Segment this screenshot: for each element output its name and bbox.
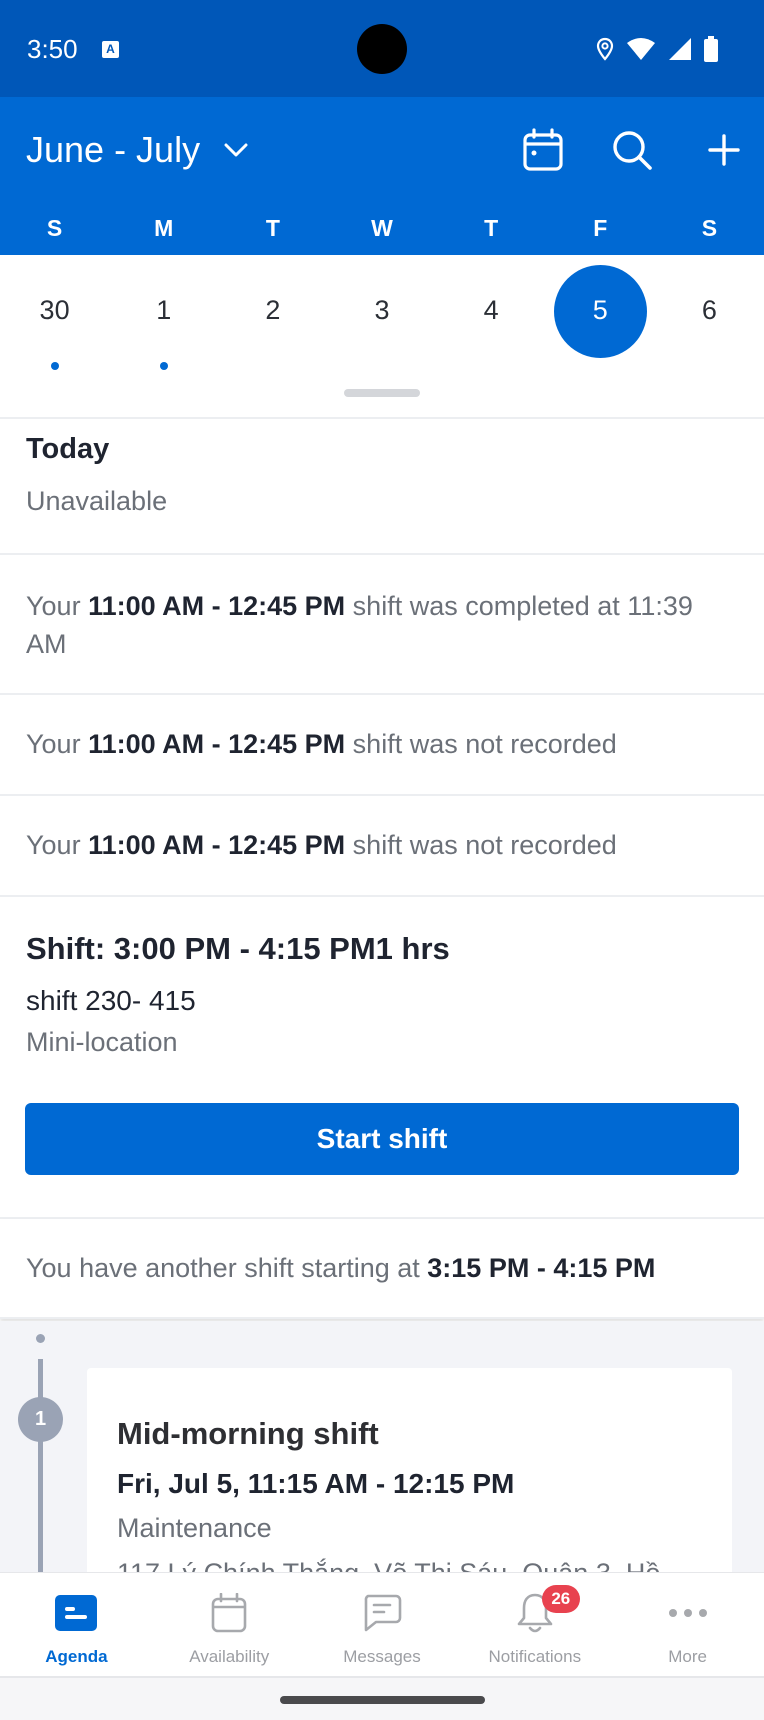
tab-label: Availability bbox=[189, 1647, 270, 1666]
agenda-shift-title: Mid-morning shift bbox=[117, 1416, 379, 1451]
bottom-tab-bar: Agenda Availability Messages 26 Notifica… bbox=[0, 1572, 764, 1678]
drag-handle[interactable] bbox=[344, 389, 420, 397]
timeline-index: 1 bbox=[18, 1397, 63, 1442]
date-cell[interactable]: 4 bbox=[437, 255, 546, 365]
status-icons bbox=[596, 36, 718, 62]
timeline-line bbox=[38, 1359, 43, 1579]
date-number: 2 bbox=[265, 294, 281, 325]
date-number: 6 bbox=[701, 294, 717, 325]
date-cell[interactable]: 1 bbox=[109, 255, 218, 370]
weekday-label: S bbox=[46, 215, 63, 241]
system-nav-area bbox=[0, 1678, 764, 1720]
shift-message-text: Your 11:00 AM - 12:45 PM shift was not r… bbox=[26, 830, 617, 860]
timeline-dot bbox=[36, 1334, 45, 1343]
shift-message-text: Your 11:00 AM - 12:45 PM shift was not r… bbox=[26, 729, 617, 759]
signal-icon bbox=[669, 38, 691, 60]
agenda-list: 1 Mid-morning shift Fri, Jul 5, 11:15 AM… bbox=[0, 1321, 764, 1588]
app-header: June - July S M T W T F S bbox=[0, 97, 764, 255]
screen: 3:50 A June - July S M T W T F S 30 1 2 … bbox=[0, 0, 764, 1720]
tab-agenda[interactable]: Agenda bbox=[0, 1573, 153, 1676]
wifi-icon bbox=[627, 38, 655, 60]
battery-icon bbox=[704, 36, 718, 62]
agenda-shift-time: Fri, Jul 5, 11:15 AM - 12:15 PM bbox=[117, 1468, 515, 1499]
tab-more[interactable]: More bbox=[611, 1573, 764, 1676]
search-icon bbox=[613, 131, 652, 170]
location-icon bbox=[596, 37, 614, 61]
week-date-strip: 30 1 2 3 4 5 6 bbox=[0, 255, 764, 419]
camera-cutout bbox=[357, 24, 407, 74]
today-heading: Today bbox=[26, 433, 110, 465]
notification-badge: 26 bbox=[541, 1585, 580, 1613]
shift-message-text: Your 11:00 AM - 12:45 PM shift was compl… bbox=[26, 591, 693, 659]
status-bar: 3:50 A bbox=[0, 0, 764, 97]
date-number: 5 bbox=[592, 294, 608, 325]
shift-location: Mini-location bbox=[26, 1027, 178, 1057]
search-button[interactable] bbox=[607, 125, 657, 175]
add-icon bbox=[708, 134, 740, 166]
current-shift-card: Shift: 3:00 PM - 4:15 PM1 hrs shift 230-… bbox=[0, 897, 764, 1219]
more-icon bbox=[668, 1609, 707, 1617]
today-section: Today Unavailable bbox=[0, 419, 764, 555]
tab-label: Messages bbox=[343, 1647, 421, 1666]
date-cell[interactable]: 3 bbox=[327, 255, 436, 365]
availability-status: Unavailable bbox=[26, 486, 168, 516]
weekday-label: F bbox=[593, 215, 608, 241]
add-button[interactable] bbox=[699, 125, 749, 175]
agenda-shift-card[interactable]: Mid-morning shift Fri, Jul 5, 11:15 AM -… bbox=[87, 1368, 732, 1588]
home-indicator[interactable] bbox=[280, 1696, 485, 1704]
shift-message[interactable]: Your 11:00 AM - 12:45 PM shift was not r… bbox=[0, 796, 764, 897]
tab-notifications[interactable]: 26 Notifications bbox=[458, 1573, 611, 1676]
tab-label: Notifications bbox=[488, 1647, 582, 1666]
date-number: 1 bbox=[156, 294, 172, 325]
shift-title: Shift: 3:00 PM - 4:15 PM1 hrs bbox=[26, 931, 450, 966]
date-row: 30 1 2 3 4 5 6 bbox=[0, 255, 764, 370]
month-range-title: June - July bbox=[26, 129, 201, 170]
tab-label: Agenda bbox=[45, 1647, 108, 1666]
date-cell[interactable]: 2 bbox=[218, 255, 327, 365]
date-cell[interactable]: 5 bbox=[546, 255, 655, 365]
weekday-label: T bbox=[265, 215, 280, 241]
weekday-label: S bbox=[701, 215, 718, 241]
date-number: 3 bbox=[374, 294, 390, 325]
weekday-label: M bbox=[154, 215, 174, 241]
event-indicator-dot bbox=[50, 362, 59, 370]
tab-availability[interactable]: Availability bbox=[153, 1573, 306, 1676]
weekday-label: T bbox=[484, 215, 499, 241]
another-shift-text: You have another shift starting at 3:15 … bbox=[26, 1253, 656, 1283]
agenda-shift-category: Maintenance bbox=[117, 1513, 272, 1543]
calendar-icon bbox=[523, 128, 563, 171]
month-range-selector[interactable]: June - July bbox=[26, 129, 248, 171]
date-number: 4 bbox=[483, 294, 499, 325]
calendar-icon bbox=[211, 1593, 247, 1633]
shift-message[interactable]: Your 11:00 AM - 12:45 PM shift was compl… bbox=[0, 555, 764, 695]
weekday-row: S M T W T F S bbox=[0, 215, 764, 242]
another-shift-notice: You have another shift starting at 3:15 … bbox=[0, 1219, 764, 1319]
weekday-label: W bbox=[371, 215, 393, 241]
a-icon: A bbox=[102, 41, 119, 58]
start-shift-button[interactable]: Start shift bbox=[25, 1103, 739, 1175]
chevron-down-icon bbox=[224, 143, 248, 157]
shift-message[interactable]: Your 11:00 AM - 12:45 PM shift was not r… bbox=[0, 695, 764, 796]
tab-messages[interactable]: Messages bbox=[306, 1573, 459, 1676]
shift-name: shift 230- 415 bbox=[26, 985, 196, 1016]
message-icon bbox=[364, 1594, 402, 1632]
date-cell[interactable]: 30 bbox=[0, 255, 109, 370]
tab-label: More bbox=[668, 1647, 707, 1666]
agenda-icon bbox=[55, 1595, 98, 1631]
date-number: 30 bbox=[39, 294, 70, 325]
event-indicator-dot bbox=[159, 362, 168, 370]
calendar-button[interactable] bbox=[518, 125, 568, 175]
status-time: 3:50 bbox=[27, 34, 78, 64]
date-cell[interactable]: 6 bbox=[655, 255, 764, 365]
